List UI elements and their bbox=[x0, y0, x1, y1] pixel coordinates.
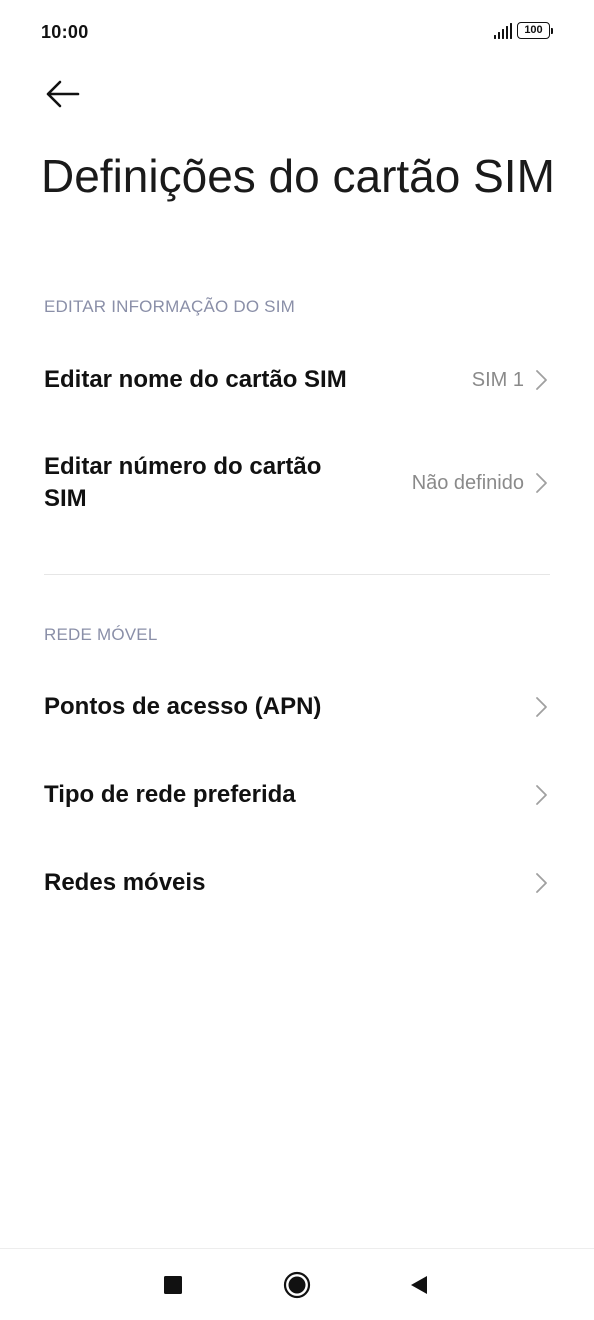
signal-icon bbox=[493, 22, 512, 39]
edit-sim-name-row[interactable]: Editar nome do cartão SIM SIM 1 bbox=[44, 362, 550, 398]
edit-sim-number-value: Não definido bbox=[411, 471, 524, 494]
nav-back-button[interactable] bbox=[399, 1267, 439, 1303]
chevron-right-icon bbox=[536, 785, 547, 805]
edit-sim-number-label: Editar número do cartão SIM bbox=[44, 453, 322, 512]
section-divider bbox=[44, 574, 550, 575]
section-header-edit-sim: EDITAR INFORMAÇÃO DO SIM bbox=[44, 297, 295, 316]
back-arrow-icon bbox=[46, 80, 80, 108]
navigation-bar bbox=[0, 1248, 594, 1320]
status-icons: 100 bbox=[493, 22, 553, 39]
chevron-right-icon bbox=[536, 473, 547, 493]
triangle-back-icon bbox=[411, 1276, 427, 1294]
chevron-right-icon bbox=[536, 697, 547, 717]
edit-sim-name-value: SIM 1 bbox=[471, 368, 524, 391]
battery-level: 100 bbox=[517, 22, 550, 39]
apn-label: Pontos de acesso (APN) bbox=[44, 693, 322, 720]
page-title: Definições do cartão SIM bbox=[41, 150, 555, 202]
edit-sim-name-label: Editar nome do cartão SIM bbox=[44, 366, 347, 393]
edit-sim-number-row[interactable]: Editar número do cartão SIM Não definido bbox=[44, 450, 550, 516]
recents-button[interactable] bbox=[153, 1267, 193, 1303]
chevron-right-icon bbox=[536, 873, 547, 893]
back-button[interactable] bbox=[40, 74, 84, 114]
status-bar: 10:00 100 bbox=[0, 0, 594, 66]
mobile-networks-row[interactable]: Redes móveis bbox=[44, 865, 550, 901]
battery-icon: 100 bbox=[517, 22, 553, 39]
preferred-network-type-label: Tipo de rede preferida bbox=[44, 781, 296, 808]
status-time: 10:00 bbox=[41, 22, 89, 42]
preferred-network-type-row[interactable]: Tipo de rede preferida bbox=[44, 777, 550, 813]
square-icon bbox=[164, 1276, 182, 1294]
circle-icon bbox=[283, 1271, 311, 1299]
home-button[interactable] bbox=[277, 1267, 317, 1303]
section-header-mobile-network: REDE MÓVEL bbox=[44, 625, 158, 644]
apn-row[interactable]: Pontos de acesso (APN) bbox=[44, 689, 550, 725]
mobile-networks-label: Redes móveis bbox=[44, 869, 206, 896]
chevron-right-icon bbox=[536, 370, 547, 390]
